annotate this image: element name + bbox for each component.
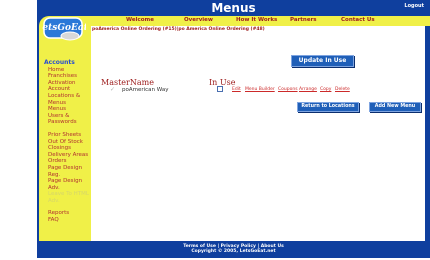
sidebar-item-closings[interactable]: Closings	[44, 145, 92, 152]
sidebar-item-activation[interactable]: Activation	[44, 80, 92, 87]
nav-how-it-works[interactable]: How It Works	[236, 17, 277, 23]
site-logo[interactable]: LetsGoEat	[42, 16, 86, 42]
sidebar-item-delivery-areas[interactable]: Delivery Areas	[44, 152, 92, 159]
logo-text: LetsGoEat	[42, 23, 86, 33]
sidebar-item-prior-sheets[interactable]: Prior Sheets	[44, 132, 92, 139]
nav-partners[interactable]: Partners	[290, 17, 317, 23]
logout-link[interactable]: Logout	[404, 3, 424, 9]
footer-copyright: Copyright © 2005, LetsGoEat.net	[191, 249, 276, 254]
nav-welcome[interactable]: Welcome	[126, 17, 154, 23]
sidebar-item-locations-menus[interactable]: Locations & Menus	[44, 93, 92, 106]
sidebar-item-home[interactable]: Home	[44, 67, 92, 74]
nav-contact-us[interactable]: Contact Us	[341, 17, 375, 23]
copy-link[interactable]: Copy	[320, 87, 331, 92]
delete-link[interactable]: Delete	[335, 87, 350, 92]
page-title: Menus	[211, 1, 256, 15]
sidebar-item-franchises[interactable]: Franchises	[44, 73, 92, 80]
edit-link[interactable]: Edit	[232, 87, 241, 92]
menu-builder-link[interactable]: Menu Builder	[245, 87, 275, 92]
sidebar-item-menus[interactable]: Menus	[44, 106, 92, 113]
sidebar-heading: Accounts	[44, 59, 75, 66]
in-use-checkbox[interactable]	[217, 86, 223, 92]
nav-overview[interactable]: Overview	[184, 17, 213, 23]
menu-item-icon: ✓	[110, 86, 116, 93]
coupons-link[interactable]: Coupons	[278, 87, 298, 92]
sidebar-item-ghost: Leave To HTML Adv.	[48, 191, 89, 204]
sidebar-item-page-design-reg[interactable]: Page Design Reg.	[44, 165, 92, 178]
sidebar-item-users-passwords[interactable]: Users & Passwords	[44, 113, 92, 126]
sidebar-item-faq[interactable]: FAQ	[44, 217, 92, 224]
menu-name: poAmerican Way	[122, 87, 169, 93]
breadcrumb: poAmerica Online Ordering (#15)|po Ameri…	[92, 27, 265, 32]
sidebar-item-page-design-adv[interactable]: Page Design Adv.	[44, 178, 92, 191]
add-new-menu-button[interactable]: Add New Menu	[369, 102, 421, 112]
sidebar-item-orders[interactable]: Orders	[44, 158, 92, 165]
arrange-link[interactable]: Arrange	[299, 87, 317, 92]
update-in-use-button[interactable]: Update In Use	[291, 55, 354, 67]
sidebar-item-out-of-stock[interactable]: Out Of Stock	[44, 139, 92, 146]
return-to-locations-button[interactable]: Return to Locations	[297, 102, 359, 112]
sidebar-menu: Accounts Home Franchises Activation Acco…	[44, 59, 92, 224]
main-content	[91, 26, 425, 241]
sidebar-item-account[interactable]: Account	[44, 86, 92, 93]
sidebar-item-reports[interactable]: Reports	[44, 210, 92, 217]
